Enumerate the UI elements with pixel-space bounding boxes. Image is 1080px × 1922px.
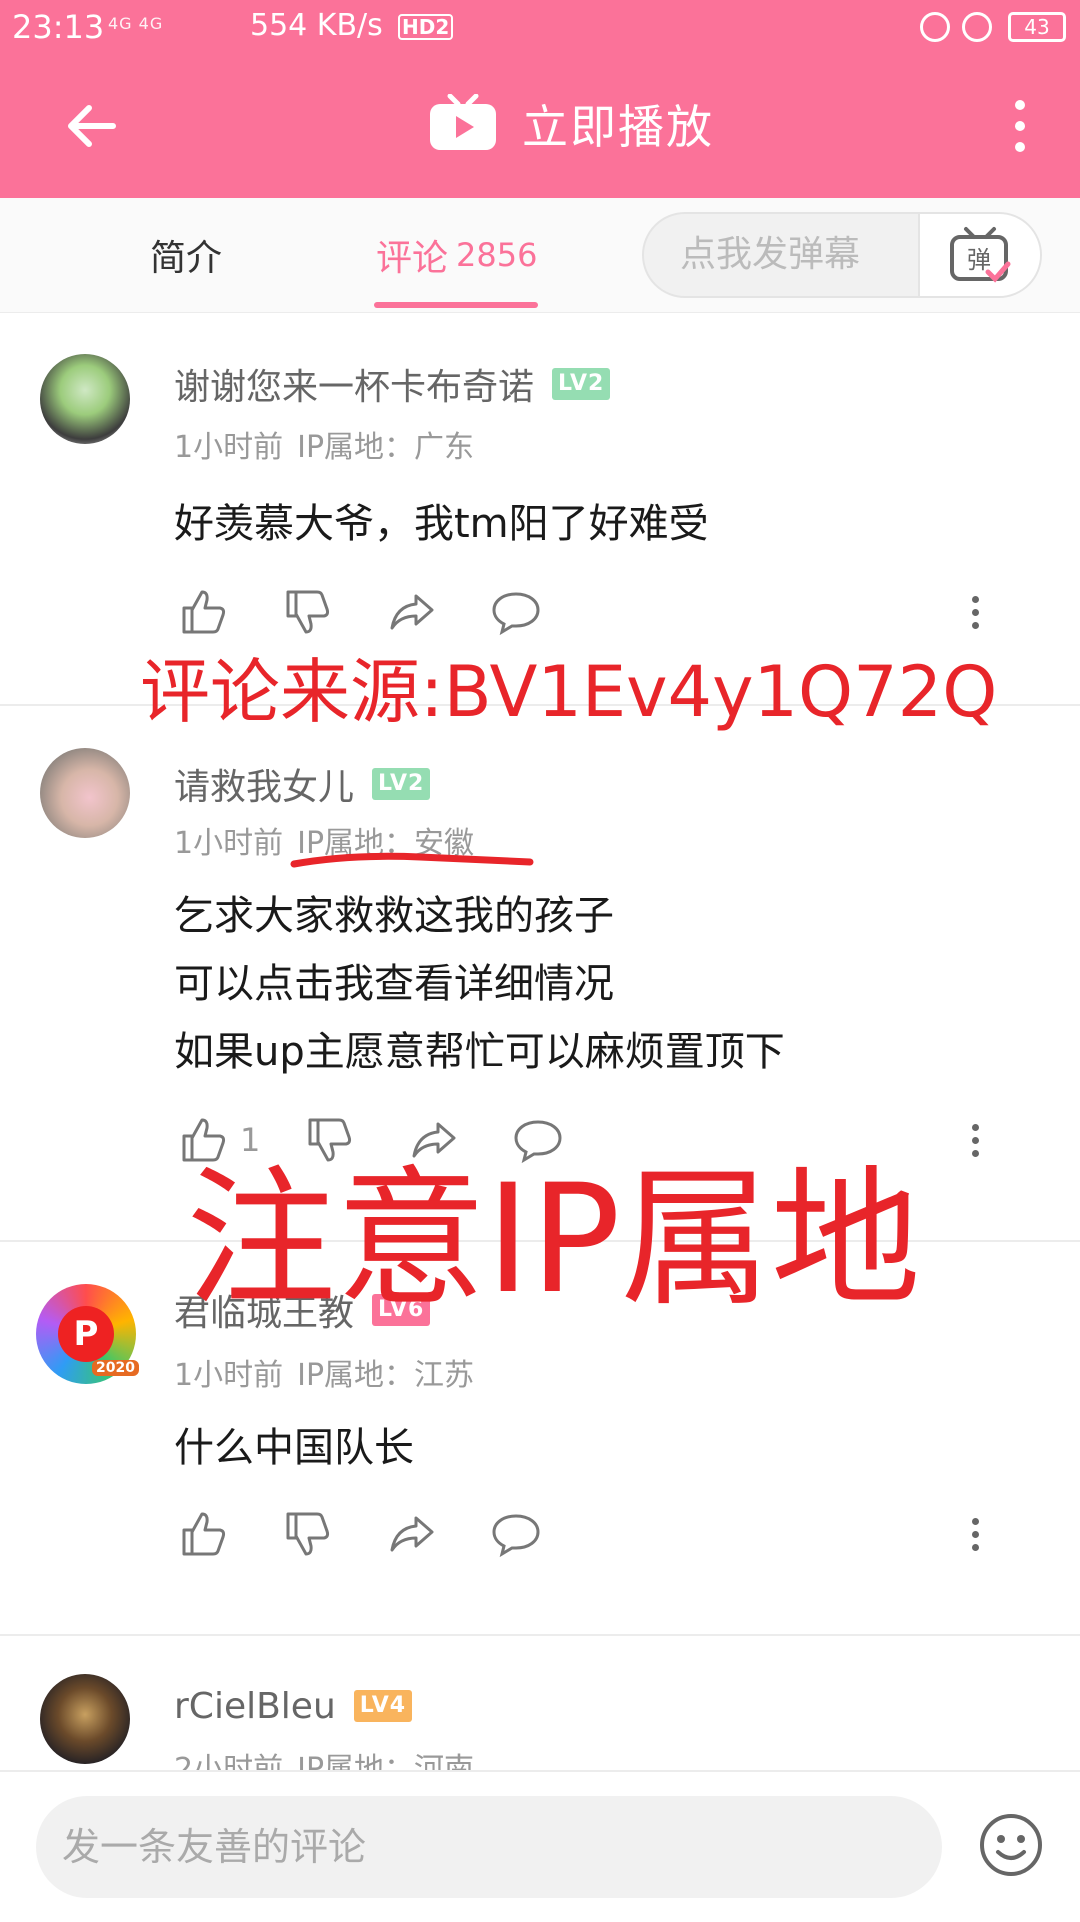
level-badge: LV4 <box>353 1690 413 1722</box>
ip-location: IP属地：广东 <box>297 430 475 465</box>
battery-indicator: 43 <box>1008 12 1066 42</box>
tab-intro-label: 简介 <box>150 238 223 279</box>
comment-line: 乞求大家救救这我的孩子 <box>174 893 614 939</box>
status-time: 23:13 <box>12 8 105 46</box>
hd-badge: HD2 <box>398 14 454 40</box>
status-bar: 23:13 4G 4G 554 KB/s HD2 43 <box>0 0 1080 58</box>
comment-line: 什么中国队长 <box>174 1425 414 1471</box>
comment-line: 如果up主愿意帮忙可以麻烦置顶下 <box>174 1029 785 1075</box>
red-underline-mark <box>290 852 534 868</box>
avatar-emblem: P <box>58 1306 114 1362</box>
share-icon <box>390 1516 434 1552</box>
comment-more-button[interactable] <box>960 1110 990 1170</box>
comment-meta: 2小时前 IP属地：河南 <box>174 1744 488 1770</box>
comment-time: 1小时前 <box>174 430 284 465</box>
back-button[interactable] <box>50 86 130 166</box>
reply-button[interactable] <box>486 582 546 642</box>
comment-body: 好羡慕大爷，我tm阳了好难受 <box>174 490 709 558</box>
thumbs-up-icon <box>182 1512 226 1556</box>
avatar[interactable] <box>40 1674 130 1764</box>
comment-line: 好羡慕大爷，我tm阳了好难受 <box>174 501 709 547</box>
emoji-icon <box>980 1814 1042 1876</box>
share-icon <box>390 594 434 630</box>
signal-indicator: 4G 4G <box>108 14 164 33</box>
top-bar: 立即播放 <box>0 58 1080 198</box>
play-now-button[interactable]: 立即播放 <box>428 84 714 164</box>
comment-time: 1小时前 <box>174 826 284 861</box>
share-button[interactable] <box>382 582 442 642</box>
alarm-icon <box>962 12 992 42</box>
emoji-button[interactable] <box>978 1812 1044 1878</box>
danmaku-tv-icon: 弹 <box>950 227 1011 283</box>
comment-time: 2小时前 <box>174 1752 284 1770</box>
active-tab-indicator <box>374 302 538 308</box>
comment-meta: 1小时前 IP属地：江苏 <box>174 1350 488 1394</box>
tab-comments[interactable]: 评论 2856 <box>376 198 537 312</box>
level-badge: LV2 <box>552 368 611 400</box>
back-arrow-icon <box>68 105 116 147</box>
ip-location: IP属地：江苏 <box>297 1358 475 1393</box>
comment-more-button[interactable] <box>960 582 990 642</box>
comment-more-button[interactable] <box>960 1504 990 1564</box>
thumbs-down-icon <box>286 590 330 634</box>
more-options-button[interactable] <box>990 86 1050 166</box>
comment-time: 1小时前 <box>174 1358 284 1393</box>
comment-bubble-icon <box>492 592 540 636</box>
danmaku-box: 点我发弹幕 弹 <box>642 212 1042 298</box>
avatar[interactable] <box>40 354 130 444</box>
tab-bar: 简介 评论 2856 点我发弹幕 弹 <box>0 198 1080 313</box>
comment-item: rCielBleu LV4 2小时前 IP属地：河南 <box>0 1636 1080 1770</box>
thumbs-up-icon <box>182 590 226 634</box>
reply-button[interactable] <box>486 1504 546 1564</box>
tab-comments-label: 评论 <box>376 238 449 279</box>
warning-annotation: 注意IP属地 <box>186 1153 921 1327</box>
comment-input[interactable]: 发一条友善的评论 <box>36 1796 942 1898</box>
vertical-dots-icon <box>1015 100 1025 152</box>
thumbs-down-icon <box>286 1512 330 1556</box>
comment-line: 可以点击我查看详细情况 <box>174 961 614 1007</box>
username[interactable]: 谢谢您来一杯卡布奇诺 <box>174 358 534 410</box>
username[interactable]: 请救我女儿 <box>174 758 354 810</box>
dislike-button[interactable] <box>278 1504 338 1564</box>
comments-count: 2856 <box>456 236 538 274</box>
avatar-badge: 2020 <box>92 1360 139 1376</box>
like-button[interactable] <box>174 1504 234 1564</box>
danmaku-input[interactable]: 点我发弹幕 <box>680 214 860 296</box>
source-annotation: 评论来源:BV1Ev4y1Q72Q <box>140 651 998 733</box>
comment-bubble-icon <box>492 1514 540 1558</box>
comment-composer-bar: 发一条友善的评论 <box>0 1770 1080 1922</box>
ip-location: IP属地：河南 <box>297 1752 475 1770</box>
network-speed: 554 KB/s <box>250 8 383 43</box>
lock-icon <box>920 12 950 42</box>
like-button[interactable] <box>174 582 234 642</box>
level-badge: LV2 <box>372 768 431 800</box>
tv-play-icon <box>428 93 498 154</box>
danmaku-toggle-button[interactable]: 弹 <box>918 214 1040 296</box>
comment-body: 乞求大家救救这我的孩子 可以点击我查看详细情况 如果up主愿意帮忙可以麻烦置顶下 <box>174 882 785 1086</box>
tab-intro[interactable]: 简介 <box>150 198 222 312</box>
username[interactable]: rCielBleu <box>174 1686 336 1727</box>
comment-meta: 1小时前 IP属地：广东 <box>174 422 488 466</box>
comment-body: 什么中国队长 <box>174 1414 414 1482</box>
avatar[interactable] <box>40 748 130 838</box>
share-button[interactable] <box>382 1504 442 1564</box>
dislike-button[interactable] <box>278 582 338 642</box>
page-title: 立即播放 <box>522 100 714 154</box>
